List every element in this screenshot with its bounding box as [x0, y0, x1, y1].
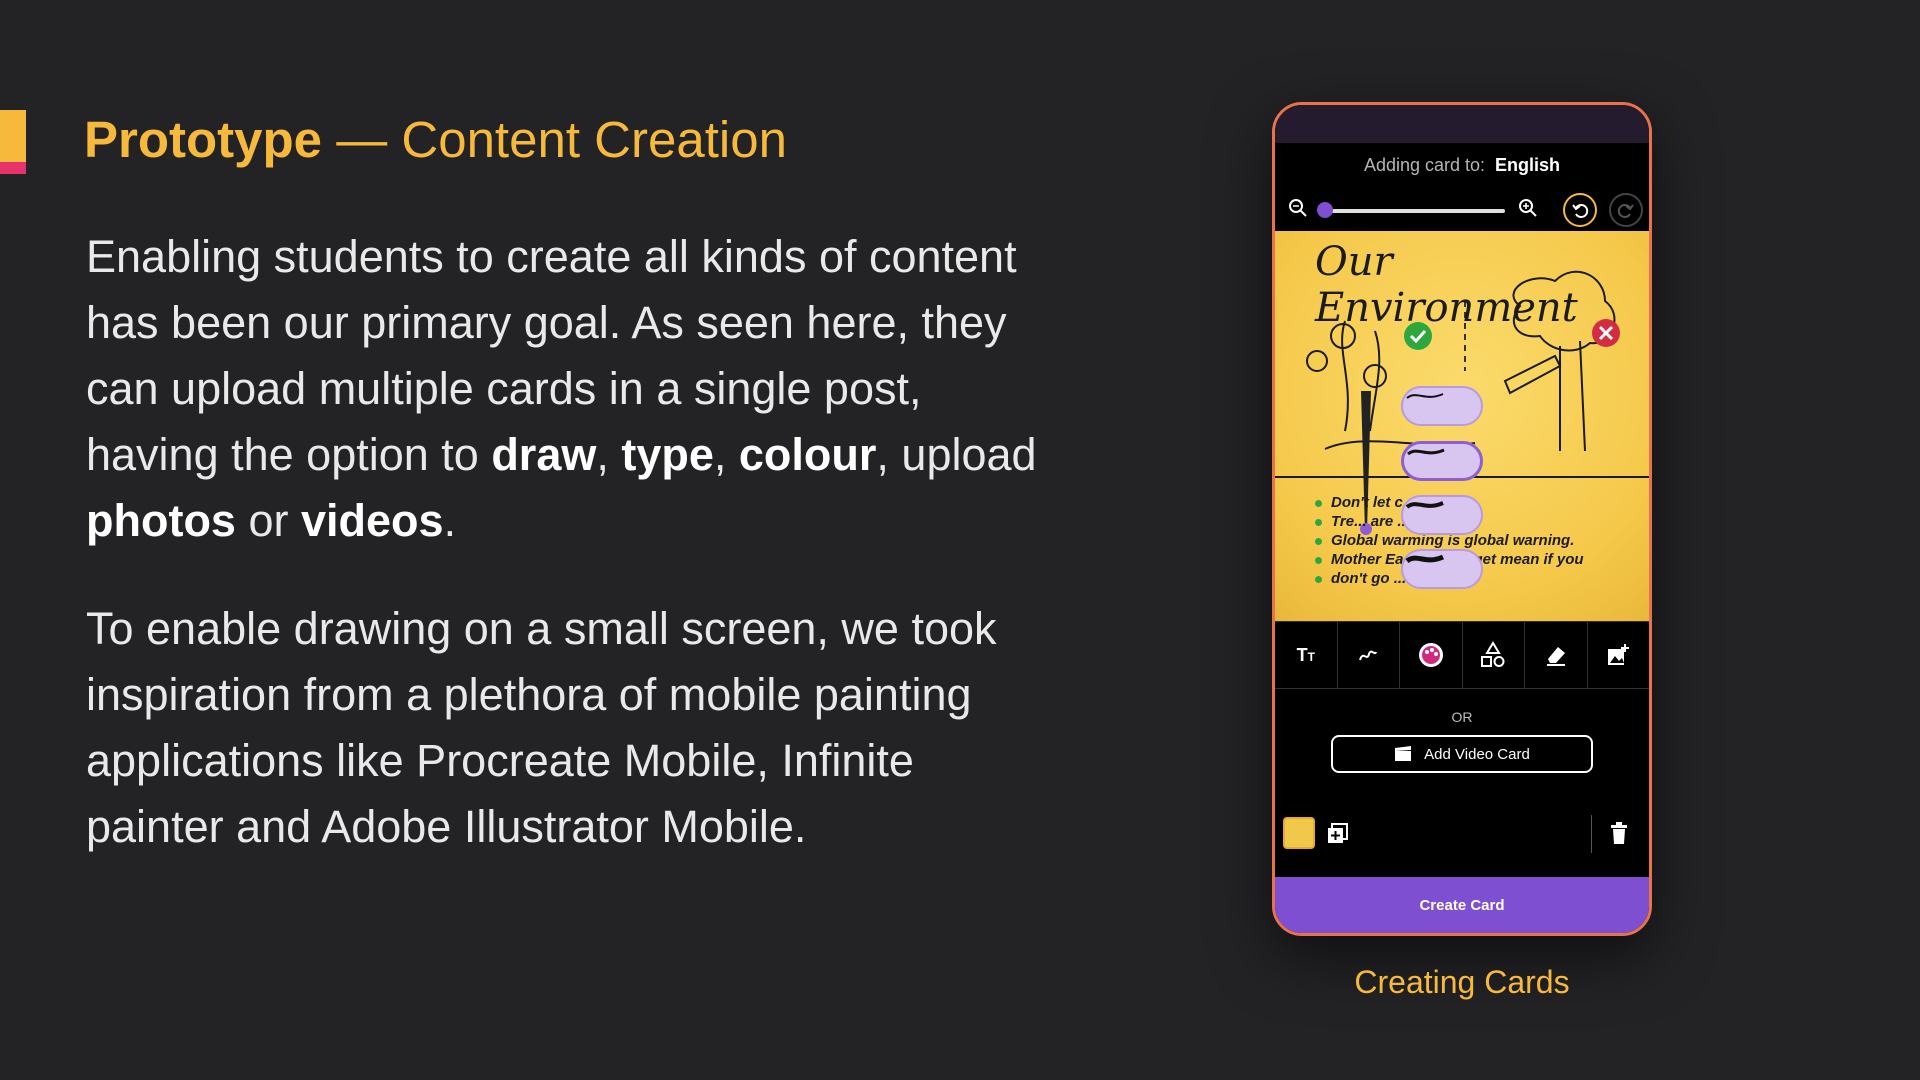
brush-stroke-icon	[1407, 448, 1445, 456]
zoom-out-icon[interactable]	[1287, 197, 1309, 219]
tool-bar: TT	[1275, 621, 1649, 689]
redo-button[interactable]	[1609, 193, 1643, 227]
shapes-tool-button[interactable]	[1463, 622, 1525, 688]
para-text: ,	[596, 429, 622, 480]
zoom-in-icon[interactable]	[1517, 197, 1539, 219]
keyword-videos: videos	[301, 495, 444, 546]
para-text: ,	[713, 429, 739, 480]
add-video-card-button[interactable]: Add Video Card	[1331, 735, 1593, 773]
paragraph-intro: Enabling students to create all kinds of…	[86, 224, 1046, 554]
brush-stroke-icon	[1405, 501, 1444, 509]
para-text: .	[443, 495, 457, 546]
card-tray	[1275, 807, 1649, 861]
brush-size-option[interactable]	[1401, 549, 1483, 589]
keyword-draw: draw	[491, 429, 597, 480]
trash-icon[interactable]	[1609, 821, 1629, 845]
redo-icon	[1617, 204, 1634, 218]
draw-tool-button[interactable]	[1338, 622, 1400, 688]
tray-divider	[1591, 815, 1592, 853]
eraser-tool-button[interactable]	[1525, 622, 1588, 688]
language-selector[interactable]: English	[1495, 155, 1560, 176]
create-card-button[interactable]: Create Card	[1275, 877, 1649, 933]
para-text: or	[235, 495, 301, 546]
eraser-icon	[1546, 647, 1565, 666]
cancel-x-icon[interactable]	[1591, 318, 1621, 348]
brush-size-option[interactable]	[1401, 495, 1483, 535]
zoom-slider[interactable]	[1319, 209, 1505, 213]
text-tool-button[interactable]: TT	[1275, 622, 1338, 688]
title-prefix: Prototype	[84, 111, 323, 168]
undo-button[interactable]	[1563, 193, 1597, 227]
paragraph-inspiration: To enable drawing on a small screen, we …	[86, 603, 997, 852]
brush-size-option[interactable]	[1401, 386, 1483, 426]
confirm-check-icon[interactable]	[1403, 321, 1433, 351]
zoom-row	[1275, 187, 1649, 231]
adding-card-header: Adding card to: English	[1275, 143, 1649, 187]
palette-icon	[1418, 643, 1443, 667]
keyword-type: type	[621, 429, 714, 480]
keyword-colour: colour	[738, 429, 877, 480]
brush-stroke-icon	[1406, 393, 1444, 399]
zoom-slider-handle[interactable]	[1316, 202, 1333, 218]
brush-stroke-icon	[1405, 554, 1445, 564]
add-video-label: Add Video Card	[1424, 745, 1530, 763]
shapes-icon	[1481, 641, 1505, 667]
add-card-icon[interactable]	[1327, 823, 1349, 845]
clapperboard-icon	[1395, 746, 1412, 761]
bullet-item: Global warming is global warning.	[1315, 531, 1645, 550]
status-bar	[1275, 105, 1649, 143]
slide-title: Prototype — Content Creation	[84, 108, 787, 172]
draw-icon	[1359, 650, 1378, 661]
add-photo-button[interactable]	[1588, 622, 1650, 688]
colour-tool-button[interactable]	[1400, 622, 1463, 688]
brush-size-option[interactable]	[1401, 441, 1483, 481]
title-main: Content Creation	[401, 111, 787, 168]
figure-caption: Creating Cards	[1354, 964, 1570, 1000]
adding-label: Adding card to:	[1363, 154, 1486, 175]
keyword-photos: photos	[86, 495, 236, 546]
add-photo-icon	[1608, 644, 1630, 665]
para-text: , upload	[876, 429, 1037, 480]
text-icon: TT	[1296, 644, 1315, 665]
drawing-canvas[interactable]: Our Environment Don't let c... dry up. T…	[1275, 231, 1649, 621]
or-label: OR	[1451, 709, 1473, 725]
accent-bar	[0, 110, 26, 174]
phone-mockup: Adding card to: English Our Environment …	[1272, 102, 1652, 936]
undo-icon	[1572, 204, 1589, 218]
title-dash: —	[322, 111, 402, 168]
card-thumbnail[interactable]	[1283, 817, 1315, 849]
